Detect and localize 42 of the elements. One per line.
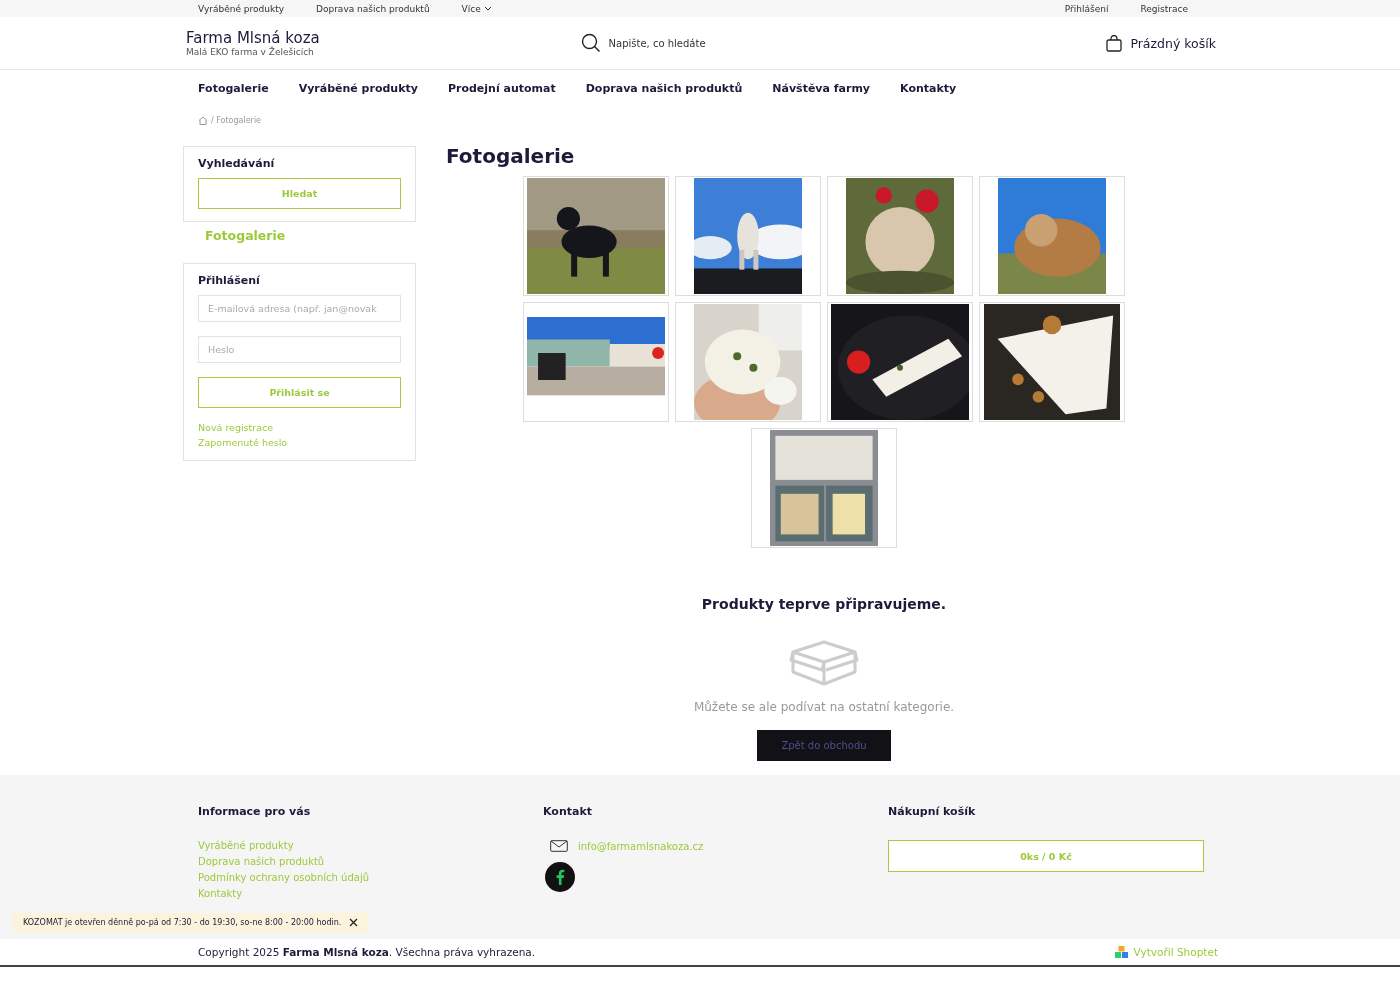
empty-title: Produkty teprve připravujeme. <box>701 596 947 612</box>
gallery-thumbnail[interactable] <box>523 302 669 422</box>
nav-link[interactable]: Doprava našich produktů <box>585 82 743 110</box>
password-field[interactable]: Heslo <box>198 336 401 363</box>
search-heading: Vyhledávání <box>198 157 276 170</box>
mail-icon <box>550 840 568 852</box>
email-field[interactable]: E-mailová adresa (např. jan@novak <box>198 295 401 322</box>
footer-heading: Informace pro vás <box>198 805 312 818</box>
login-heading: Přihlášení <box>198 274 261 287</box>
gallery-thumbnail[interactable] <box>675 302 821 422</box>
account-link[interactable]: Přihlášení <box>1064 3 1109 14</box>
nav-link[interactable]: Návštěva farmy <box>772 82 871 110</box>
account-link[interactable]: Registrace <box>1140 3 1188 14</box>
empty-box-icon <box>789 640 859 686</box>
gallery-thumbnail[interactable] <box>979 176 1125 296</box>
social-icon[interactable] <box>543 862 577 892</box>
gallery-thumbnail[interactable] <box>827 176 973 296</box>
notice-text: KOZOMAT je otevřen děnně po-pá od 7:30 - do 19:30, so-ne 8:00 - 20:00 hodin. <box>23 918 342 927</box>
copyright: Copyright 2025 Farma Mlsná koza. Všechna práva vyhrazena. <box>198 946 536 958</box>
empty-message: Můžete se ale podívat na ostatní kategorie. <box>693 700 955 714</box>
nav-link[interactable]: Prodejní automat <box>447 82 556 110</box>
nav-link[interactable]: Kontakty <box>900 82 957 110</box>
nav-link[interactable]: Fotogalerie <box>198 82 269 110</box>
logo-icon <box>1114 946 1128 958</box>
top-link[interactable]: Vyráběné produkty <box>198 3 284 14</box>
cart-link[interactable]: Prázdný košík <box>1130 35 1216 51</box>
site-subtitle: Malá EKO farma v Želešicích <box>186 47 315 57</box>
home-icon[interactable] <box>198 115 208 125</box>
search-field[interactable]: Napište, co hledáte <box>608 37 706 49</box>
gallery-thumbnail[interactable] <box>751 428 897 548</box>
shopping-bag-icon[interactable] <box>1106 34 1123 52</box>
search-icon[interactable] <box>580 33 601 53</box>
page-title: Fotogalerie <box>446 144 576 168</box>
site-title[interactable]: Farma Mlsná koza <box>186 29 320 47</box>
close-icon[interactable] <box>349 918 359 927</box>
more-menu[interactable]: Více <box>461 3 492 14</box>
gallery-thumbnail[interactable] <box>675 176 821 296</box>
caret-icon <box>483 6 492 11</box>
nav-link[interactable]: Vyráběné produkty <box>298 82 418 110</box>
footer-heading: Kontakt <box>543 805 593 818</box>
footer-heading: Nákupní košík <box>888 805 977 818</box>
top-link[interactable]: Doprava našich produktů <box>316 3 430 14</box>
